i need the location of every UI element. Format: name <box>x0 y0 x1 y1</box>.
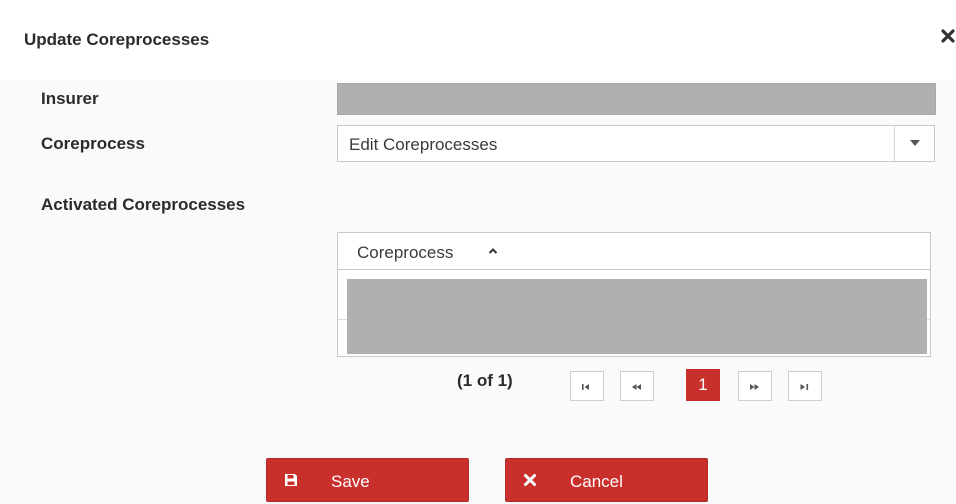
first-page-icon <box>582 384 589 390</box>
next-page-button[interactable] <box>738 371 772 401</box>
table-row <box>347 279 927 354</box>
column-header-coreprocess[interactable]: Coreprocess <box>338 233 930 270</box>
save-icon <box>285 474 297 486</box>
save-button-label: Save <box>331 472 370 491</box>
insurer-label: Insurer <box>41 89 99 108</box>
column-header-label: Coreprocess <box>357 243 454 262</box>
chevron-down-icon <box>910 140 920 146</box>
coreprocess-select-value: Edit Coreprocesses <box>349 135 498 154</box>
dropdown-trigger[interactable] <box>894 126 934 161</box>
sort-ascending-icon <box>488 248 498 254</box>
coreprocess-label: Coreprocess <box>41 134 145 153</box>
last-page-icon <box>800 384 809 390</box>
previous-page-button[interactable] <box>620 371 654 401</box>
close-icon <box>524 474 536 486</box>
next-page-icon <box>750 384 759 390</box>
close-icon[interactable] <box>940 28 956 48</box>
save-button[interactable]: Save <box>266 458 469 502</box>
dialog-title: Update Coreprocesses <box>24 30 210 49</box>
coreprocess-select[interactable]: Edit Coreprocesses <box>337 125 935 162</box>
page-1-button[interactable]: 1 <box>686 369 720 401</box>
dialog-content: Insurer Coreprocess Edit Coreprocesses A… <box>0 80 956 504</box>
update-coreprocesses-dialog: Update Coreprocesses Insurer Coreprocess… <box>0 0 956 504</box>
first-page-button[interactable] <box>570 371 604 401</box>
activated-coreprocesses-label: Activated Coreprocesses <box>41 195 246 214</box>
cancel-button[interactable]: Cancel <box>505 458 708 502</box>
dialog-titlebar: Update Coreprocesses <box>0 0 956 80</box>
insurer-field <box>337 83 936 115</box>
last-page-button[interactable] <box>788 371 822 401</box>
activated-coreprocesses-table: Coreprocess <box>337 232 931 357</box>
previous-page-icon <box>632 384 641 390</box>
cancel-button-label: Cancel <box>570 472 623 491</box>
paginator-count: (1 of 1) <box>457 371 513 390</box>
